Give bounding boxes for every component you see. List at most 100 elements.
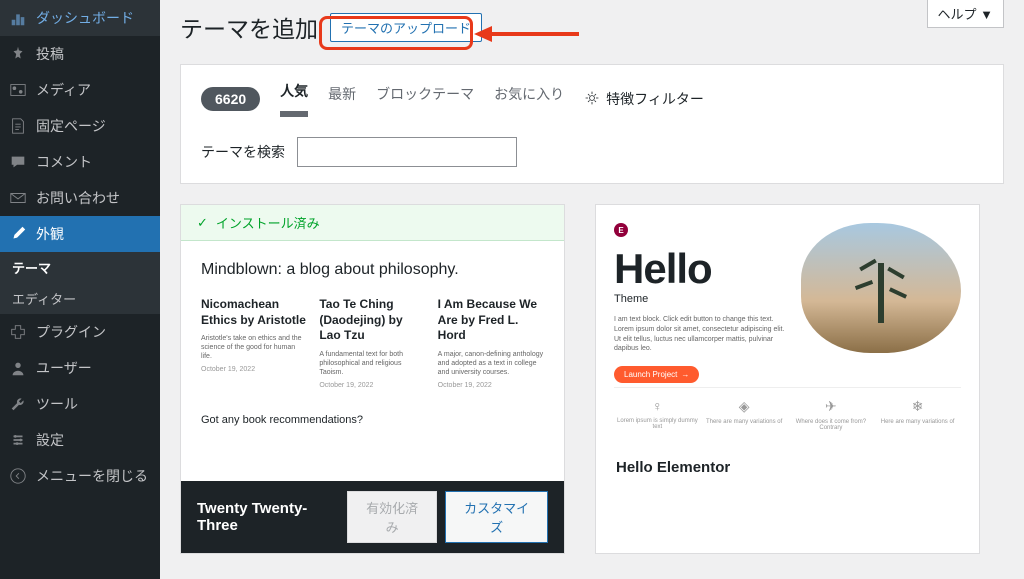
theme-actions-bar: Twenty Twenty-Three 有効化済み カスタマイズ [181, 481, 564, 553]
sidebar-item-users[interactable]: ユーザー [0, 350, 160, 386]
preview-column: Nicomachean Ethics by Aristotle Aristotl… [201, 297, 307, 394]
diamond-icon: ◈ [701, 398, 788, 415]
upload-theme-button[interactable]: テーマのアップロード [330, 13, 482, 42]
preview-heading: Tao Te Ching (Daodejing) by Lao Tzu [319, 297, 425, 344]
menu-label: ツール [36, 394, 78, 414]
filter-tabs: 6620 人気 最新 ブロックテーマ お気に入り 特徴フィルター [201, 81, 983, 117]
features-row: ♀Lorem ipsum is simply dummy text ◈There… [614, 387, 961, 431]
sidebar-item-comments[interactable]: コメント [0, 144, 160, 180]
preview-heading: I Am Because We Are by Fred L. Hord [438, 297, 544, 344]
comment-icon [8, 152, 28, 172]
theme-preview: E Hello Theme I am text block. Click edi… [596, 205, 979, 445]
appearance-submenu: テーマ エディター [0, 252, 160, 314]
sidebar-item-plugins[interactable]: プラグイン [0, 314, 160, 350]
brush-icon [8, 224, 28, 244]
sidebar-item-appearance[interactable]: 外観 [0, 216, 160, 252]
gear-icon [584, 90, 600, 109]
help-tab[interactable]: ヘルプ ▼ [927, 0, 1004, 28]
page-header: テーマを追加 テーマのアップロード [180, 10, 1004, 44]
submenu-item-themes[interactable]: テーマ [0, 252, 160, 283]
preview-footer: Got any book recommendations? [201, 414, 544, 426]
menu-label: 設定 [36, 430, 64, 450]
sidebar-item-media[interactable]: メディア [0, 72, 160, 108]
hello-title: Hello [614, 245, 787, 293]
sidebar-item-dashboard[interactable]: ダッシュボード [0, 0, 160, 36]
page-title: テーマを追加 [180, 10, 318, 44]
theme-count-badge: 6620 [201, 87, 260, 111]
theme-name: Twenty Twenty-Three [197, 500, 347, 534]
media-icon [8, 80, 28, 100]
sidebar-item-tools[interactable]: ツール [0, 386, 160, 422]
preview-text: A major, canon-defining anthology and ad… [438, 350, 544, 377]
feature-filter-button[interactable]: 特徴フィルター [584, 89, 704, 109]
page-icon [8, 116, 28, 136]
sidebar-item-posts[interactable]: 投稿 [0, 36, 160, 72]
feature-item: ♀Lorem ipsum is simply dummy text [614, 398, 701, 431]
themes-grid: ✓ インストール済み Mindblown: a blog about philo… [180, 204, 1004, 554]
search-row: テーマを検索 [201, 137, 983, 167]
settings-icon [8, 430, 28, 450]
feature-item: ✈Where does it come from? Contrary [788, 398, 875, 431]
search-label: テーマを検索 [201, 142, 285, 162]
main-content: ヘルプ ▼ テーマを追加 テーマのアップロード 6620 人気 最新 ブロックテ… [160, 0, 1024, 579]
feature-item: ❄Here are many variations of [874, 398, 961, 431]
menu-label: コメント [36, 152, 92, 172]
collapse-icon [8, 466, 28, 486]
sidebar-item-pages[interactable]: 固定ページ [0, 108, 160, 144]
preview-text: A fundamental text for both philosophica… [319, 350, 425, 377]
menu-label: メディア [36, 80, 91, 100]
preview-date: October 19, 2022 [438, 381, 544, 390]
hero-image [801, 223, 961, 353]
menu-label: メニューを閉じる [36, 466, 148, 486]
menu-label: 投稿 [36, 44, 64, 64]
hello-subtitle: Theme [614, 293, 787, 305]
installed-banner: ✓ インストール済み [181, 205, 564, 241]
menu-label: プラグイン [36, 322, 106, 342]
bulb-icon: ♀ [614, 398, 701, 414]
filter-bar: 6620 人気 最新 ブロックテーマ お気に入り 特徴フィルター テーマを検索 [180, 64, 1004, 184]
filter-tab-favorites[interactable]: お気に入り [494, 84, 564, 114]
elementor-icon: E [614, 223, 628, 237]
plane-icon: ✈ [788, 398, 875, 415]
menu-label: ユーザー [36, 358, 92, 378]
preview-text: Aristotle's take on ethics and the scien… [201, 334, 307, 361]
menu-label: お問い合わせ [36, 188, 120, 208]
preview-heading: Nicomachean Ethics by Aristotle [201, 297, 307, 328]
theme-name: Hello Elementor [596, 445, 979, 490]
menu-label: 外観 [36, 224, 64, 244]
theme-preview: Mindblown: a blog about philosophy. Nico… [181, 241, 564, 481]
sidebar-item-settings[interactable]: 設定 [0, 422, 160, 458]
sidebar-item-collapse[interactable]: メニューを閉じる [0, 458, 160, 494]
menu-label: 固定ページ [36, 116, 106, 136]
feature-filter-label: 特徴フィルター [606, 89, 704, 109]
submenu-item-editor[interactable]: エディター [0, 283, 160, 314]
dashboard-icon [8, 8, 28, 28]
filter-tab-block[interactable]: ブロックテーマ [376, 84, 474, 114]
installed-label: インストール済み [216, 213, 320, 232]
theme-card[interactable]: ✓ インストール済み Mindblown: a blog about philo… [180, 204, 565, 554]
preview-date: October 19, 2022 [201, 365, 307, 374]
hello-text: I am text block. Click edit button to ch… [614, 315, 787, 354]
plugin-icon [8, 322, 28, 342]
theme-card[interactable]: E Hello Theme I am text block. Click edi… [595, 204, 980, 554]
snowflake-icon: ❄ [874, 398, 961, 415]
customize-button[interactable]: カスタマイズ [445, 491, 548, 543]
preview-column: Tao Te Ching (Daodejing) by Lao Tzu A fu… [319, 297, 425, 394]
filter-tab-popular[interactable]: 人気 [280, 81, 308, 117]
activated-button: 有効化済み [347, 491, 437, 543]
user-icon [8, 358, 28, 378]
check-icon: ✓ [197, 215, 208, 231]
sidebar-item-contact[interactable]: お問い合わせ [0, 180, 160, 216]
menu-label: ダッシュボード [36, 8, 134, 28]
mail-icon [8, 188, 28, 208]
search-input[interactable] [297, 137, 517, 167]
preview-date: October 19, 2022 [319, 381, 425, 390]
admin-sidebar: ダッシュボード 投稿 メディア 固定ページ コメント お問い合わせ 外観 テーマ [0, 0, 160, 579]
pin-icon [8, 44, 28, 64]
preview-column: I Am Because We Are by Fred L. Hord A ma… [438, 297, 544, 394]
filter-tab-latest[interactable]: 最新 [328, 84, 356, 114]
preview-title: Mindblown: a blog about philosophy. [201, 261, 544, 279]
wrench-icon [8, 394, 28, 414]
feature-item: ◈There are many variations of [701, 398, 788, 431]
launch-project-button: Launch Project → [614, 366, 699, 383]
